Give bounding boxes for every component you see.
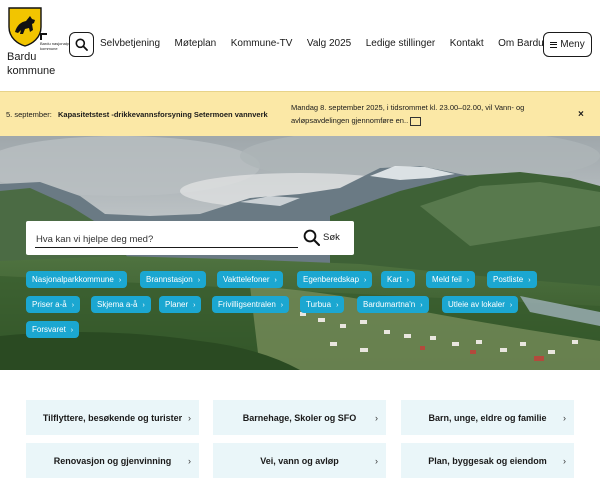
- quick-link-label: Meld feil: [432, 275, 462, 284]
- card-label: Barnehage, Skoler og SFO: [242, 412, 357, 423]
- card-label: Barn, unge, eldre og familie: [428, 412, 547, 423]
- nav-selvbetjening[interactable]: Selvbetjening: [100, 38, 160, 49]
- search-submit-label: Søk: [323, 232, 340, 243]
- quick-link-label: Forsvaret: [32, 325, 66, 334]
- chevron-right-icon: ›: [466, 277, 470, 284]
- quick-link-meld-feil[interactable]: Meld feil ›: [426, 271, 476, 288]
- quick-link-label: Frivilligsentralen: [218, 300, 276, 309]
- quick-link-label: Priser a-å: [32, 300, 67, 309]
- nav-valg-2025[interactable]: Valg 2025: [307, 38, 351, 49]
- card-label: Plan, byggesak og eiendom: [428, 455, 547, 466]
- chevron-right-icon: ›: [188, 455, 191, 466]
- quick-link-label: Nasjonalparkkommune: [32, 275, 114, 284]
- alert-date: 5. september:: [6, 110, 52, 119]
- main-nav: Selvbetjening Møteplan Kommune-TV Valg 2…: [100, 38, 558, 49]
- quick-link-vakttelefoner[interactable]: Vakttelefoner ›: [217, 271, 283, 288]
- hero-section: Søk Nasjonalparkkommune › Brannstasjon › V…: [0, 136, 600, 370]
- chevron-right-icon: ›: [375, 455, 378, 466]
- nav-kommune-tv[interactable]: Kommune-TV: [231, 38, 293, 49]
- nav-ledige-stillinger[interactable]: Ledige stillinger: [366, 38, 436, 49]
- read-more-icon[interactable]: [410, 116, 422, 126]
- chevron-right-icon: ›: [70, 327, 74, 334]
- quick-link-bardumartnan[interactable]: Bardumartna'n ›: [357, 296, 429, 313]
- topic-cards: Tilflyttere, besøkende og turister › Barn…: [0, 370, 600, 480]
- quick-link-skjema[interactable]: Skjema a-å ›: [91, 296, 151, 313]
- chevron-right-icon: ›: [406, 277, 410, 284]
- card-plan-byggesak[interactable]: Plan, byggesak og eiendom ›: [401, 443, 574, 478]
- quick-link-label: Planer: [165, 300, 189, 309]
- quick-link-label: Vakttelefoner: [223, 275, 270, 284]
- quick-link-label: Utleie av lokaler: [448, 300, 505, 309]
- chevron-right-icon: ›: [563, 455, 566, 466]
- chevron-right-icon: ›: [420, 302, 423, 309]
- hero-search-submit[interactable]: Søk: [303, 229, 340, 246]
- chevron-right-icon: ›: [274, 277, 277, 284]
- quick-link-egenberedskap[interactable]: Egenberedskap ›: [297, 271, 373, 288]
- quick-link-label: Kart: [387, 275, 402, 284]
- hero-search-input[interactable]: [35, 231, 298, 248]
- quick-link-forsvaret[interactable]: Forsvaret ›: [26, 321, 80, 338]
- quick-link-planer[interactable]: Planer ›: [159, 296, 202, 313]
- hero-search-panel: Søk: [26, 221, 354, 255]
- quick-link-kart[interactable]: Kart ›: [381, 271, 416, 288]
- chevron-right-icon: ›: [197, 277, 201, 284]
- alert-title[interactable]: Kapasitetstest -drikkevannsforsyning Set…: [58, 110, 268, 119]
- card-renovasjon[interactable]: Renovasjon og gjenvinning ›: [26, 443, 199, 478]
- chevron-right-icon: ›: [118, 277, 122, 284]
- card-label: Renovasjon og gjenvinning: [53, 455, 172, 466]
- quick-link-label: Egenberedskap: [303, 275, 360, 284]
- quick-link-priser[interactable]: Priser a-å ›: [26, 296, 81, 313]
- quick-link-label: Postliste: [493, 275, 524, 284]
- chevron-right-icon: ›: [509, 302, 513, 309]
- search-icon: [303, 229, 320, 246]
- quick-link-nasjonalparkkommune[interactable]: Nasjonalparkkommune ›: [26, 271, 128, 288]
- chevron-right-icon: ›: [528, 277, 531, 284]
- alert-body-text: Mandag 8. september 2025, i tidsrommet k…: [291, 103, 525, 125]
- quick-link-utleie-av-lokaler[interactable]: Utleie av lokaler ›: [442, 296, 519, 313]
- chevron-right-icon: ›: [563, 412, 566, 423]
- quick-link-label: Skjema a-å: [97, 300, 138, 309]
- alert-body: Mandag 8. september 2025, i tidsrommet k…: [291, 101, 551, 127]
- chevron-right-icon: ›: [71, 302, 75, 309]
- menu-button[interactable]: Meny: [543, 32, 592, 57]
- chevron-right-icon: ›: [193, 302, 196, 309]
- card-barnehage-skoler[interactable]: Barnehage, Skoler og SFO ›: [213, 400, 386, 435]
- quick-link-label: Bardumartna'n: [363, 300, 416, 309]
- quick-link-brannstasjon[interactable]: Brannstasjon ›: [140, 271, 207, 288]
- quick-link-turbua[interactable]: Turbua ›: [300, 296, 345, 313]
- nav-om-bardu[interactable]: Om Bardu: [498, 38, 544, 49]
- search-icon: [75, 38, 88, 51]
- chevron-right-icon: ›: [188, 412, 191, 423]
- site-header: Bardu nasjonalpark-kommune Bardu kommune…: [0, 0, 600, 90]
- nasjonalpark-mark-icon: [40, 33, 47, 40]
- logo-name-line1: Bardu: [7, 51, 37, 63]
- quick-link-label: Brannstasjon: [146, 275, 193, 284]
- chevron-right-icon: ›: [364, 277, 367, 284]
- nav-moteplan[interactable]: Møteplan: [175, 38, 217, 49]
- chevron-right-icon: ›: [142, 302, 145, 309]
- hamburger-icon: [550, 41, 558, 48]
- card-tilflyttere[interactable]: Tilflyttere, besøkende og turister ›: [26, 400, 199, 435]
- chevron-right-icon: ›: [336, 302, 339, 309]
- quick-link-postliste[interactable]: Postliste ›: [487, 271, 537, 288]
- logo-text: Bardu kommune: [7, 50, 55, 78]
- bardu-crest-icon: [8, 7, 42, 47]
- chevron-right-icon: ›: [280, 302, 284, 309]
- nav-kontakt[interactable]: Kontakt: [450, 38, 484, 49]
- logo-name-line2: kommune: [7, 65, 56, 77]
- header-search-button[interactable]: [69, 32, 94, 57]
- chevron-right-icon: ›: [375, 412, 378, 423]
- close-icon[interactable]: ×: [578, 109, 584, 120]
- card-barn-unge-eldre[interactable]: Barn, unge, eldre og familie ›: [401, 400, 574, 435]
- alert-banner[interactable]: 5. september: Kapasitetstest -drikkevann…: [0, 91, 600, 136]
- quick-link-label: Turbua: [306, 300, 332, 309]
- quick-link-frivilligsentralen[interactable]: Frivilligsentralen ›: [212, 296, 290, 313]
- menu-label: Meny: [560, 39, 585, 50]
- card-label: Vei, vann og avløp: [260, 455, 339, 466]
- card-vei-vann-avlop[interactable]: Vei, vann og avløp ›: [213, 443, 386, 478]
- card-label: Tilflyttere, besøkende og turister: [42, 412, 183, 423]
